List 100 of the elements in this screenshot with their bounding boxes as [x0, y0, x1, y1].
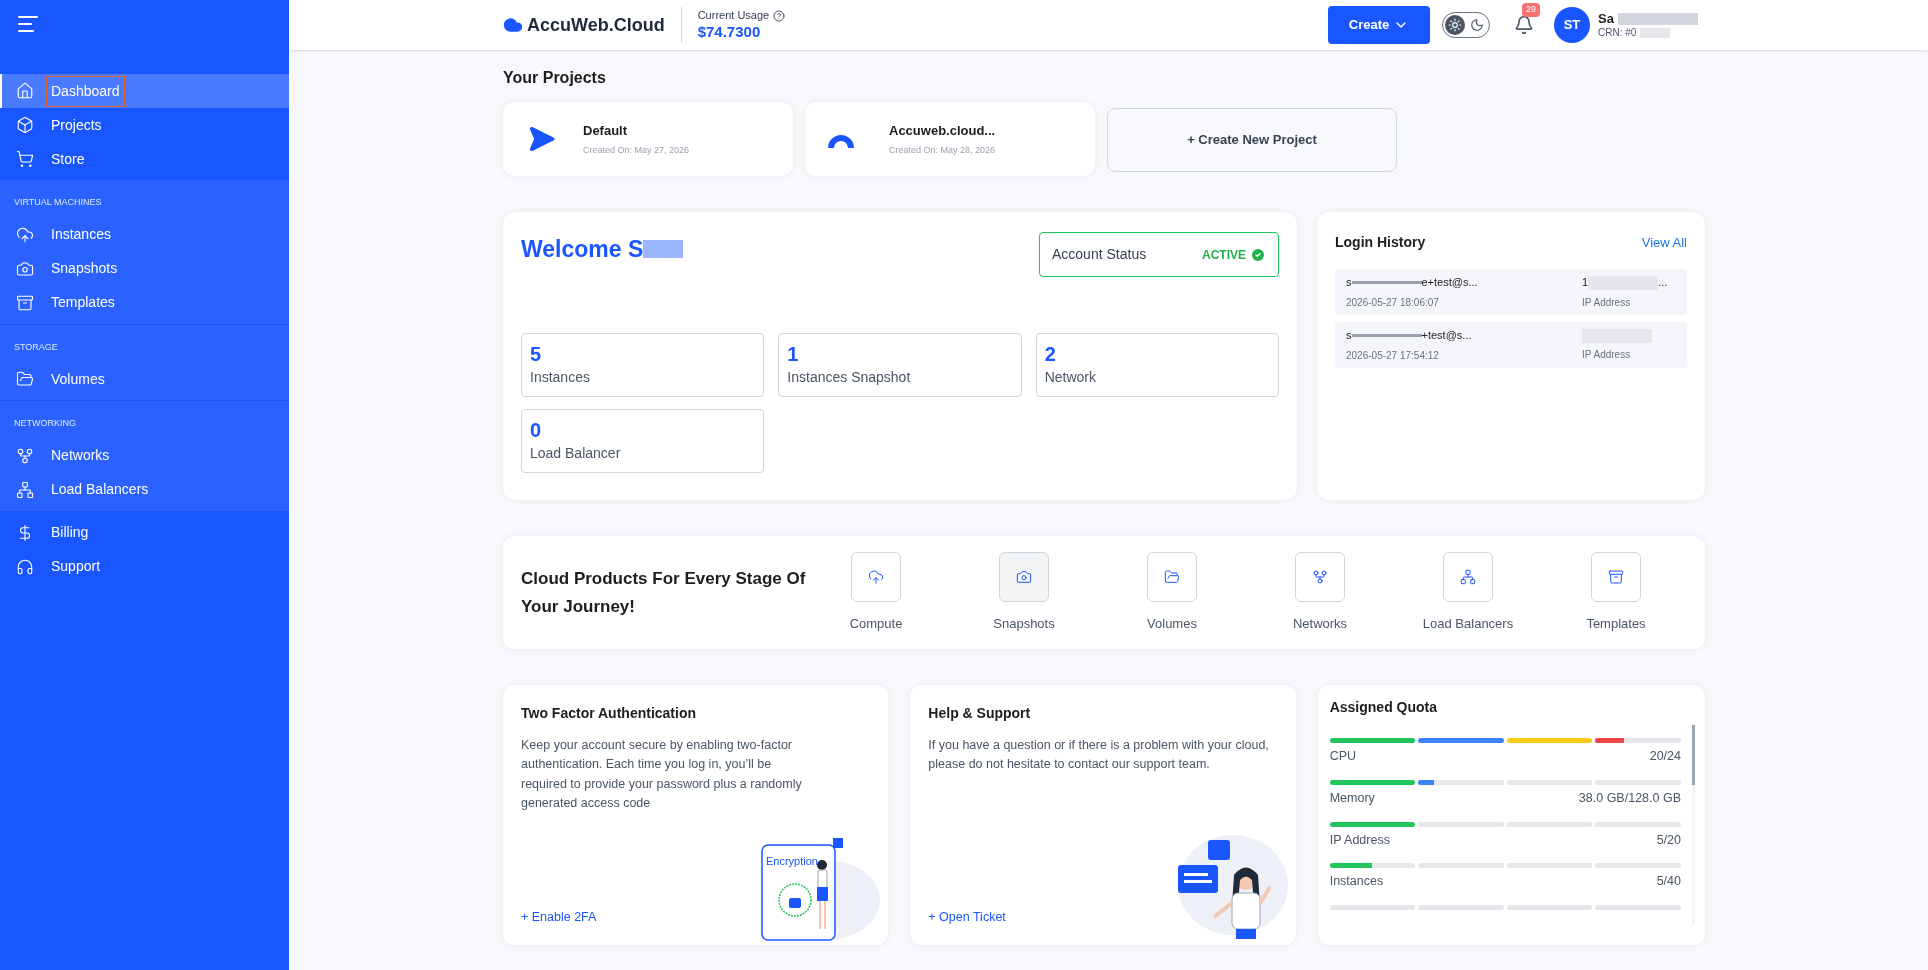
login-row[interactable]: s +test@s... 2026-05-27 17:54:12 IP Address — [1335, 322, 1687, 368]
quota-value: 20/24 — [1649, 748, 1681, 765]
product-tile[interactable]: Snapshots — [969, 551, 1079, 634]
status-value: ACTIVE — [1202, 246, 1246, 264]
illustration-label: Encryption — [766, 855, 819, 867]
email-text: s — [1346, 275, 1352, 291]
product-label: Load Balancers — [1422, 614, 1514, 633]
product-tile[interactable]: Networks — [1265, 551, 1375, 634]
login-row[interactable]: s e+test@s... 2026-05-27 18:06:07 1 ... IP Address — [1335, 269, 1687, 315]
card-title: Assigned Quota — [1329, 698, 1439, 717]
cart-icon — [16, 150, 34, 168]
archive-icon — [16, 293, 34, 312]
check-icon — [1250, 246, 1266, 263]
ip-label: IP Address — [1582, 347, 1632, 362]
email-text: s — [1346, 328, 1352, 344]
headset-icon — [16, 557, 34, 576]
product-label: Volumes — [1147, 614, 1197, 633]
sidebar-item[interactable]: Volumes — [0, 362, 289, 396]
welcome-heading: Welcome S — [521, 235, 644, 264]
ip-text: 1 — [1582, 275, 1589, 291]
quota-label: IP Address — [1329, 831, 1390, 849]
ip-text: ... — [1658, 275, 1668, 291]
stat-value: 2 — [1044, 342, 1057, 367]
crn-text: CRN: #0 — [1598, 26, 1637, 40]
product-tile[interactable]: Compute — [821, 551, 931, 634]
redacted-bar — [1351, 281, 1422, 284]
create-project-button[interactable]: + Create New Project — [1107, 108, 1397, 172]
project-name: Accuweb.cloud... — [889, 121, 996, 140]
product-label: Snapshots — [993, 614, 1055, 633]
usage-value: $74.7300 — [697, 22, 762, 42]
card-text: If you have a question or if there is a problem with your cloud, please do not hesitate to contact our support team. — [928, 737, 1270, 774]
redacted-bar — [1640, 28, 1671, 39]
project-date: Created On: May 28, 2026 — [889, 144, 996, 157]
logo-icon — [503, 15, 523, 35]
status-label: Account Status — [1052, 245, 1147, 264]
camera-icon — [1016, 568, 1032, 585]
archive-icon — [1608, 568, 1624, 585]
stat-card[interactable]: 1 Instances Snapshot — [778, 333, 1022, 397]
section-title: Your Projects — [503, 68, 607, 88]
logo: AccuWeb.Cloud — [527, 13, 665, 37]
sidebar-item[interactable]: Load Balancers — [0, 472, 289, 507]
moon-icon — [1470, 18, 1484, 32]
product-label: Compute — [849, 614, 903, 633]
product-tile[interactable]: Templates — [1561, 551, 1671, 634]
card-title: Login History — [1335, 233, 1426, 252]
stat-card[interactable]: 2 Network — [1035, 333, 1279, 397]
product-tile[interactable]: Volumes — [1117, 551, 1227, 634]
stat-value: 0 — [530, 418, 543, 443]
stat-label: Load Balancer — [530, 444, 622, 463]
quota-value: 5/40 — [1656, 873, 1681, 891]
quota-value: 38.0 GB/128.0 GB — [1578, 789, 1681, 807]
sidebar-item[interactable]: Projects — [0, 108, 289, 142]
quota-label: Memory — [1329, 789, 1375, 807]
bell-icon[interactable] — [1514, 15, 1534, 35]
stat-label: Network — [1044, 368, 1097, 387]
stat-card[interactable]: 5 Instances — [521, 333, 765, 397]
stat-label: Instances Snapshot — [787, 368, 912, 387]
product-label: Networks — [1292, 614, 1348, 633]
quota-value: 5/20 — [1656, 831, 1681, 849]
products-heading: Cloud Products For Every Stage Of Your Journey! — [521, 568, 807, 618]
sidebar-item[interactable]: Dashboard — [0, 74, 289, 108]
sidebar-item[interactable]: Templates — [0, 285, 289, 320]
help-icon[interactable] — [773, 9, 786, 22]
stat-value: 5 — [530, 342, 543, 367]
card-title: Help & Support — [928, 704, 1032, 723]
avatar[interactable]: ST — [1554, 7, 1590, 43]
sidebar-item[interactable]: Instances — [0, 217, 289, 252]
network-icon — [16, 446, 34, 465]
cloud-icon — [868, 568, 884, 585]
project-card[interactable]: Accuweb.cloud... Created On: May 28, 2026 — [805, 102, 1095, 176]
email-text: e+test@s... — [1421, 275, 1478, 291]
folder-icon — [1164, 568, 1180, 585]
redacted-bar — [643, 240, 684, 259]
quota-label: CPU — [1329, 748, 1357, 765]
enable-2fa-link[interactable]: + Enable 2FA — [521, 908, 597, 927]
cloud-icon — [16, 225, 34, 244]
card-title: Two Factor Authentication — [521, 704, 697, 723]
project-card[interactable]: Default Created On: May 27, 2026 — [503, 102, 793, 176]
camera-icon — [16, 259, 34, 278]
stat-card[interactable]: 0 Load Balancer — [521, 409, 765, 473]
sidebar-item[interactable]: Billing — [0, 515, 289, 550]
email-text: +test@s... — [1421, 328, 1472, 344]
scrollbar[interactable] — [1692, 725, 1695, 925]
project-date: Created On: May 27, 2026 — [583, 144, 690, 157]
view-all-link[interactable]: View All — [1641, 232, 1687, 253]
notification-badge: 29 — [1522, 3, 1540, 17]
sidebar-item[interactable]: Store — [0, 142, 289, 176]
create-button[interactable]: Create — [1328, 6, 1430, 44]
section-heading: STORAGE — [13, 340, 59, 354]
sidebar-item[interactable]: Snapshots — [0, 251, 289, 286]
sidebar-item[interactable]: Support — [0, 549, 289, 584]
card-text: Keep your account secure by enabling two-factor authentication. Each time you log in, you’ll be required to provide your password plus a randomly generated access code — [521, 737, 803, 813]
hierarchy-icon — [1460, 568, 1476, 585]
cube-icon — [16, 116, 34, 134]
open-ticket-link[interactable]: + Open Ticket — [928, 908, 1006, 927]
ip-label: IP Address — [1582, 295, 1632, 310]
sidebar-item[interactable]: Networks — [0, 438, 289, 473]
quota-label: Instances — [1329, 873, 1384, 891]
stat-value: 1 — [787, 342, 800, 367]
product-tile[interactable]: Load Balancers — [1413, 551, 1523, 634]
